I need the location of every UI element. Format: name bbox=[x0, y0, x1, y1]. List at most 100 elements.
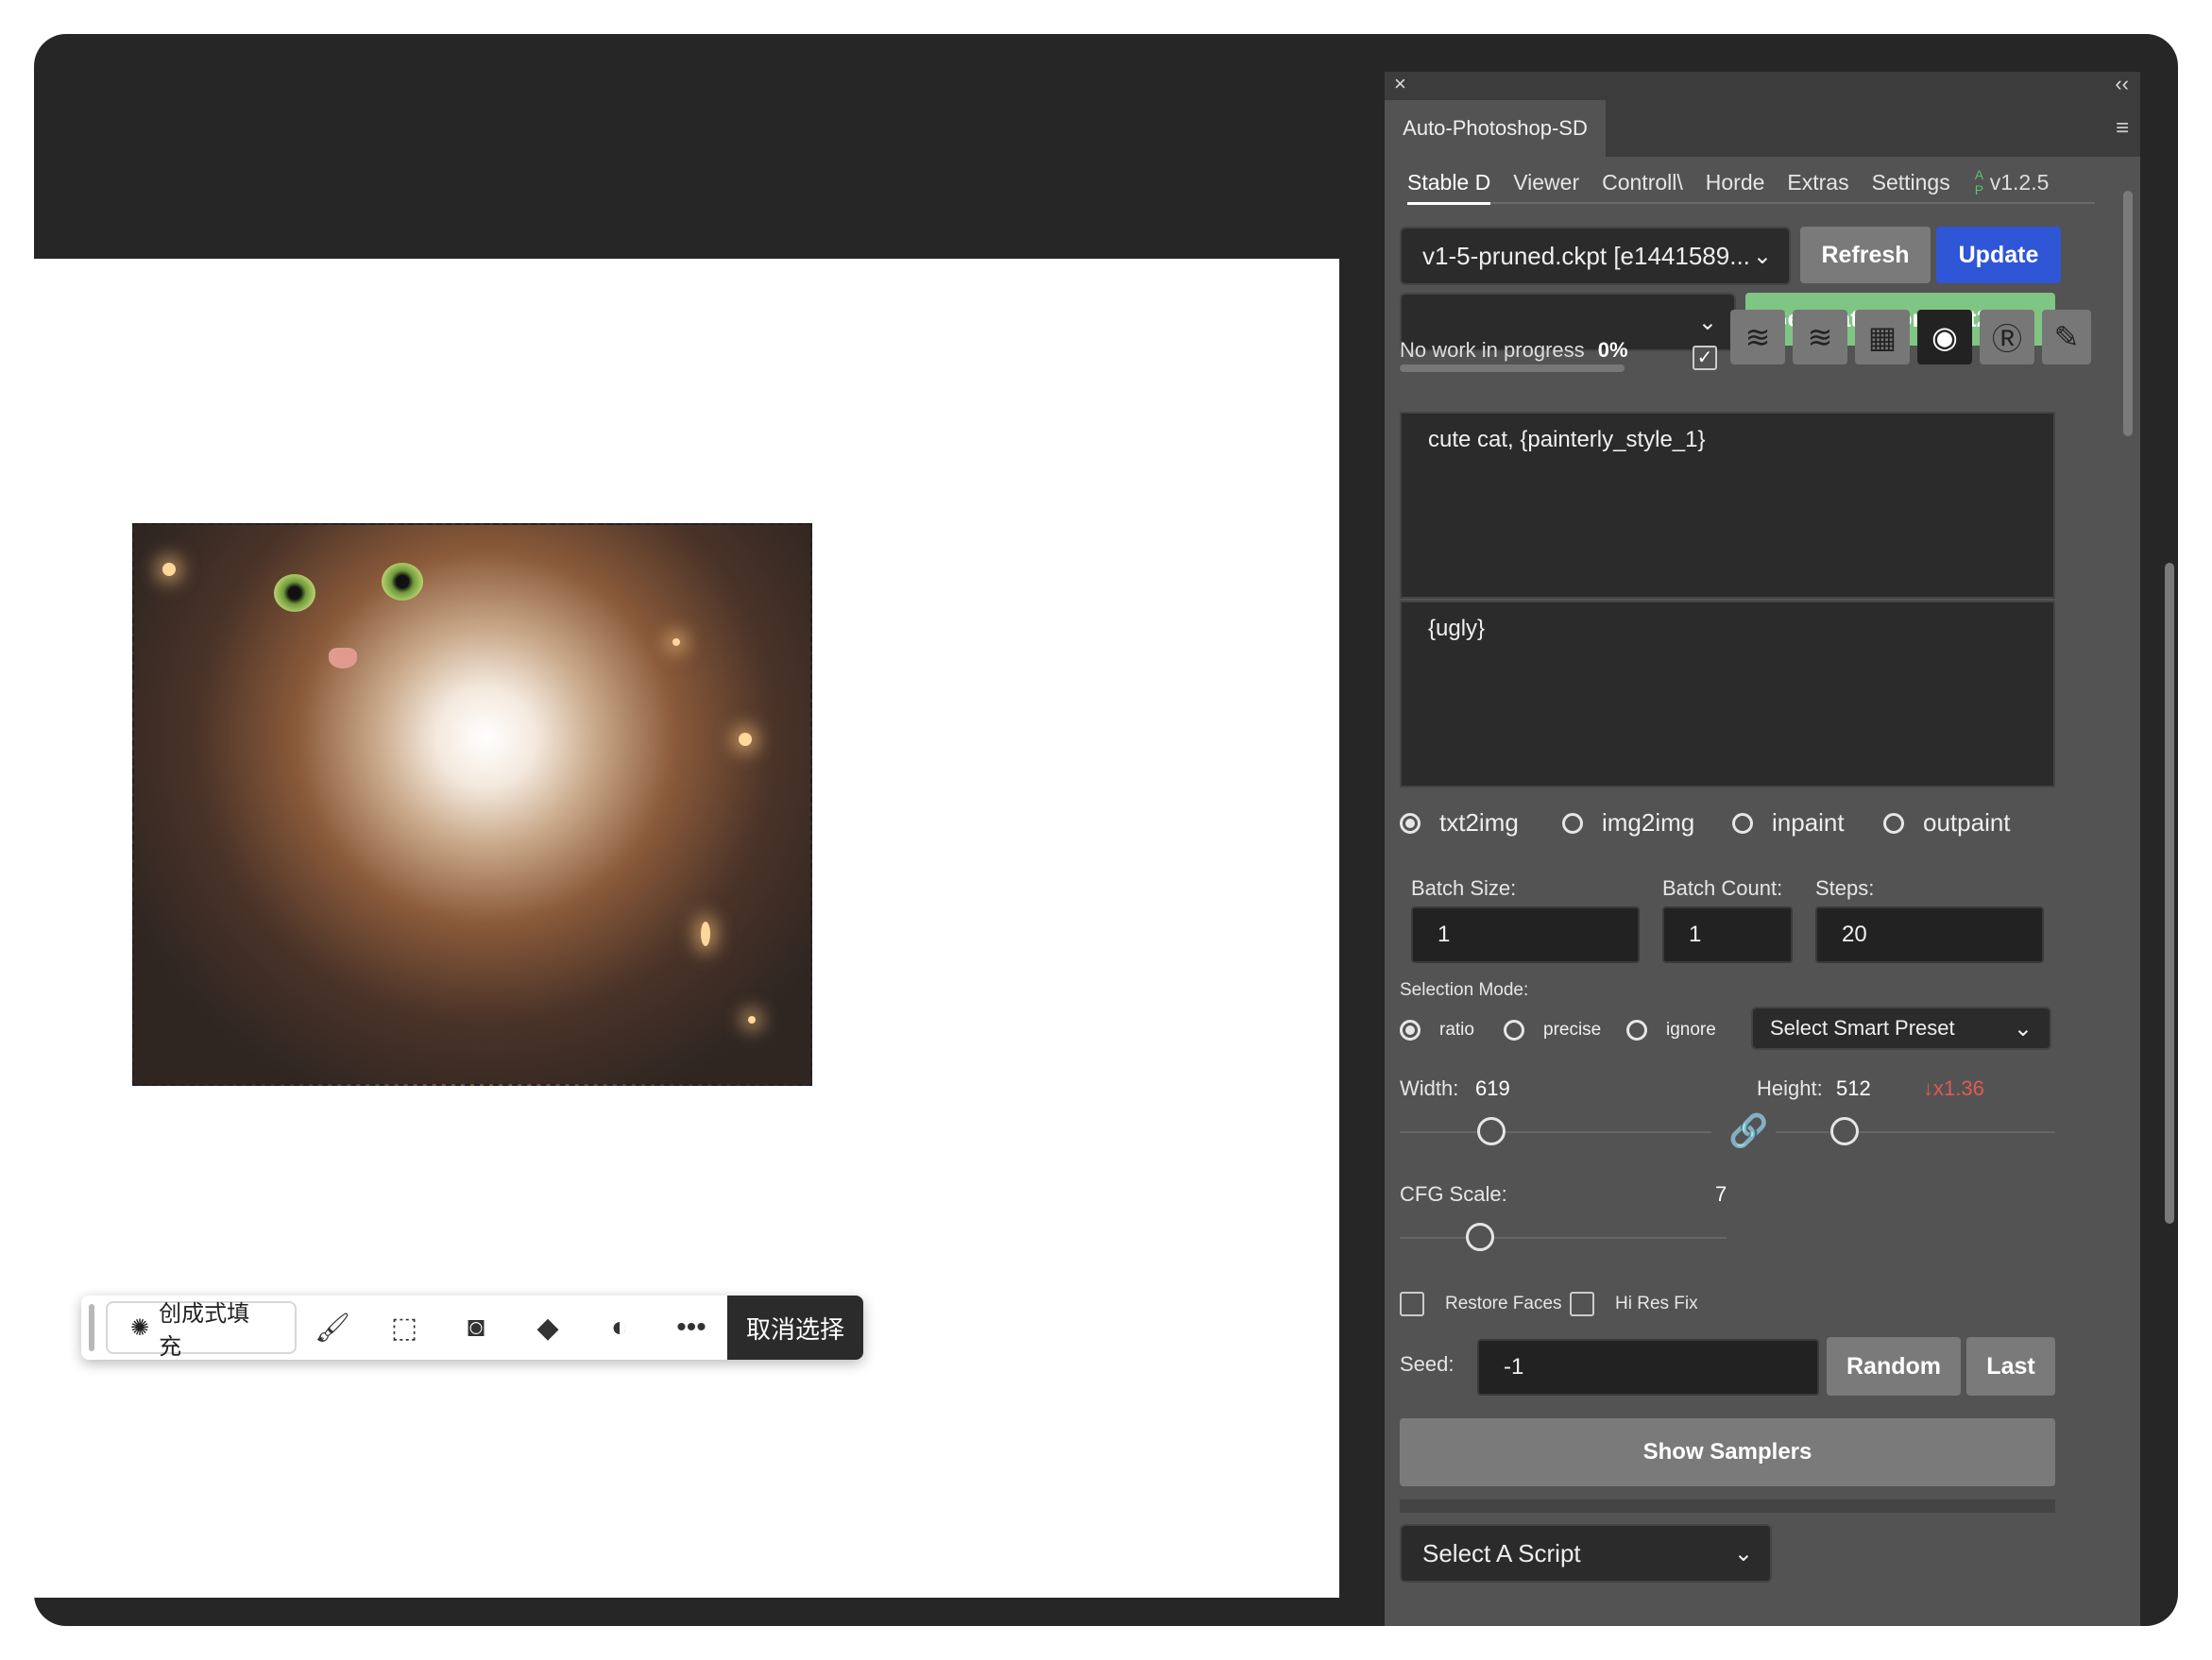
selection-mode-option: precise bbox=[1543, 1020, 1602, 1040]
cfg-slider-track[interactable] bbox=[1400, 1237, 1727, 1239]
tab-extras[interactable]: Extras bbox=[1787, 162, 1848, 202]
steps-label: Steps: bbox=[1815, 876, 1875, 900]
camera-icon[interactable]: ◉ bbox=[1917, 310, 1972, 364]
mode-img2img[interactable]: img2img bbox=[1562, 808, 1694, 838]
photoshop-window: ✺ 创成式填充 🖌 ⬚ ◙ ◆ ◐ ••• 取消选择 × ‹‹ Auto-Pho… bbox=[34, 34, 2178, 1626]
tab-settings[interactable]: Settings bbox=[1872, 162, 1950, 202]
more-icon[interactable]: ••• bbox=[655, 1296, 727, 1360]
mask-icon[interactable]: ◙ bbox=[440, 1296, 512, 1360]
brush-icon[interactable]: 🖌 bbox=[297, 1296, 368, 1360]
last-seed-button[interactable]: Last bbox=[1966, 1337, 2055, 1396]
cfg-scale-label: CFG Scale: bbox=[1400, 1182, 1507, 1206]
selection-mode-option: ignore bbox=[1666, 1020, 1716, 1040]
ap-logo: AP bbox=[1974, 167, 1984, 197]
reset-icon[interactable]: Ⓡ bbox=[1980, 310, 2034, 364]
selection-ignore[interactable]: ignore bbox=[1626, 1020, 1716, 1041]
image-to-layer-icon[interactable]: ▦ bbox=[1855, 310, 1910, 364]
mode-inpaint[interactable]: inpaint bbox=[1732, 808, 1845, 838]
model-select[interactable]: v1-5-pruned.ckpt [e1441589... ⌄ bbox=[1400, 227, 1791, 285]
model-select-value: v1-5-pruned.ckpt [e1441589... bbox=[1422, 241, 1750, 270]
layers-discard-icon[interactable]: ≋ bbox=[1793, 310, 1847, 364]
panel-title-tab[interactable]: Auto-Photoshop-SD bbox=[1385, 100, 1606, 157]
script-select[interactable]: Select A Script ⌄ bbox=[1400, 1524, 1772, 1583]
height-slider-thumb[interactable] bbox=[1830, 1117, 1859, 1145]
sparkle-icon: ✺ bbox=[130, 1314, 150, 1341]
tab-controlnet[interactable]: Controll\ bbox=[1602, 162, 1683, 202]
radio bbox=[1562, 812, 1583, 834]
window-scrollbar[interactable] bbox=[2165, 563, 2174, 1224]
show-samplers-button[interactable]: Show Samplers bbox=[1400, 1418, 2055, 1486]
cfg-scale-value: 7 bbox=[1715, 1182, 1727, 1206]
restore-faces-checkbox[interactable] bbox=[1400, 1292, 1424, 1316]
radio bbox=[1732, 812, 1753, 834]
selection-mode-label: Selection Mode: bbox=[1400, 980, 1529, 1000]
height-slider-track[interactable] bbox=[1776, 1131, 2055, 1133]
contextual-task-bar: ✺ 创成式填充 🖌 ⬚ ◙ ◆ ◐ ••• 取消选择 bbox=[81, 1296, 863, 1360]
negative-prompt-textarea[interactable]: {ugly} bbox=[1400, 601, 2055, 788]
restore-faces-label: Restore Faces bbox=[1445, 1294, 1562, 1313]
tab-stable-diffusion[interactable]: Stable D bbox=[1407, 162, 1491, 205]
menu-icon[interactable]: ≡ bbox=[2116, 115, 2129, 142]
progress-bar bbox=[1400, 364, 1625, 372]
mode-txt2img[interactable]: txt2img bbox=[1400, 808, 1519, 838]
width-slider-track[interactable] bbox=[1400, 1131, 1711, 1133]
divider bbox=[1400, 1499, 2055, 1513]
generative-fill-label: 创成式填充 bbox=[159, 1301, 250, 1360]
smart-preset-select[interactable]: Select Smart Preset ⌄ bbox=[1751, 1007, 2051, 1050]
width-label: Width: bbox=[1400, 1076, 1459, 1100]
link-icon[interactable]: 🔗 bbox=[1728, 1112, 1768, 1150]
batch-size-input[interactable]: 1 bbox=[1411, 906, 1640, 963]
adjustment-icon[interactable]: ◐ bbox=[584, 1296, 655, 1360]
mode-label: inpaint bbox=[1772, 808, 1845, 837]
generative-fill-button[interactable]: ✺ 创成式填充 bbox=[106, 1301, 298, 1360]
edit-prompt-icon[interactable]: ✎ bbox=[2042, 310, 2091, 364]
cat-eye bbox=[274, 574, 315, 612]
update-button[interactable]: Update bbox=[1936, 227, 2061, 283]
cfg-slider-thumb[interactable] bbox=[1466, 1223, 1494, 1251]
ratio-indicator: ↓x1.36 bbox=[1923, 1076, 1984, 1100]
document-canvas[interactable]: ✺ 创成式填充 🖌 ⬚ ◙ ◆ ◐ ••• 取消选择 bbox=[34, 259, 1339, 1598]
hires-fix-label: Hi Res Fix bbox=[1615, 1294, 1698, 1313]
hires-fix-checkbox[interactable] bbox=[1570, 1292, 1594, 1316]
version-label: AP v1.2.5 bbox=[1975, 162, 2050, 202]
selection-precise[interactable]: precise bbox=[1504, 1020, 1601, 1041]
height-label: Height: bbox=[1757, 1076, 1823, 1100]
progress-percent: 0% bbox=[1597, 338, 1628, 362]
cat-eye bbox=[382, 563, 423, 601]
generated-cat-image[interactable] bbox=[132, 523, 812, 1086]
chevron-down-icon: ⌄ bbox=[2013, 1015, 2033, 1042]
version-text: v1.2.5 bbox=[1989, 169, 2050, 195]
select-subject-icon[interactable]: ⬚ bbox=[368, 1296, 440, 1360]
batch-count-label: Batch Count: bbox=[1662, 876, 1783, 900]
seed-input[interactable]: -1 bbox=[1477, 1339, 1819, 1396]
tab-horde[interactable]: Horde bbox=[1706, 162, 1765, 202]
panel-titlebar: Auto-Photoshop-SD ≡ bbox=[1385, 100, 2140, 157]
bokeh-light bbox=[162, 563, 176, 576]
layers-accept-icon[interactable]: ≋ bbox=[1730, 310, 1785, 364]
mode-label: outpaint bbox=[1923, 808, 2011, 837]
smart-preset-value: Select Smart Preset bbox=[1770, 1016, 1955, 1040]
mode-outpaint[interactable]: outpaint bbox=[1883, 808, 2011, 838]
prompt-textarea[interactable]: cute cat, {painterly_style_1} bbox=[1400, 412, 2055, 599]
close-icon[interactable]: × bbox=[1394, 72, 1406, 96]
selection-mode-option: ratio bbox=[1439, 1020, 1474, 1040]
collapse-icon[interactable]: ‹‹ bbox=[2115, 72, 2129, 96]
bokeh-light bbox=[748, 1016, 756, 1024]
chevron-down-icon: ⌄ bbox=[1697, 309, 1717, 335]
width-slider-thumb[interactable] bbox=[1477, 1117, 1506, 1145]
cancel-selection-button[interactable]: 取消选择 bbox=[727, 1296, 863, 1360]
radio bbox=[1883, 812, 1904, 834]
fill-icon[interactable]: ◆ bbox=[512, 1296, 584, 1360]
radio bbox=[1504, 1020, 1524, 1041]
selection-ratio[interactable]: ratio bbox=[1400, 1020, 1474, 1041]
radio bbox=[1626, 1020, 1647, 1041]
drag-handle[interactable] bbox=[89, 1304, 94, 1351]
tab-viewer[interactable]: Viewer bbox=[1513, 162, 1579, 202]
chevron-down-icon: ⌄ bbox=[1752, 243, 1772, 269]
auto-placement-checkbox[interactable]: ✓ bbox=[1693, 346, 1717, 370]
panel-scrollbar[interactable] bbox=[2123, 191, 2133, 436]
refresh-button[interactable]: Refresh bbox=[1800, 227, 1931, 283]
random-seed-button[interactable]: Random bbox=[1827, 1337, 1961, 1396]
steps-input[interactable]: 20 bbox=[1815, 906, 2044, 963]
batch-count-input[interactable]: 1 bbox=[1662, 906, 1793, 963]
